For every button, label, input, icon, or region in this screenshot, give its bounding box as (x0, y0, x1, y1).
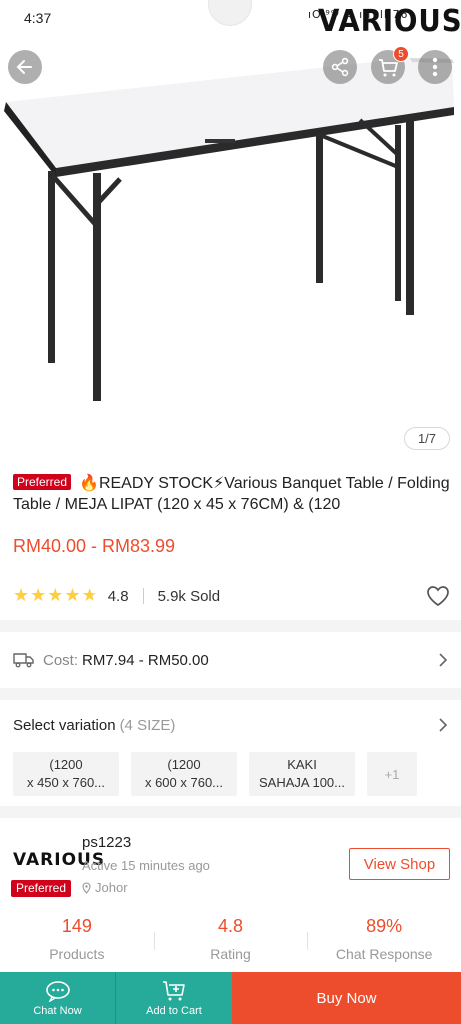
chevron-right-icon (439, 718, 448, 732)
stat-products[interactable]: 149 Products (0, 916, 154, 968)
brand-logo-watermark: VARIOUS (318, 4, 461, 39)
product-image[interactable] (0, 55, 461, 415)
shop-location: Johor (82, 880, 128, 895)
image-counter: 1/7 (404, 427, 450, 450)
section-divider (0, 620, 461, 632)
star-icon: ★ (64, 585, 81, 606)
stat-label: Rating (210, 946, 251, 962)
sold-count: 5.9k Sold (157, 587, 221, 605)
product-title-text: 🔥READY STOCK⚡Various Banquet Table / Fol… (13, 475, 450, 513)
section-divider (0, 806, 461, 818)
stat-label: Chat Response (335, 946, 433, 962)
product-image-area[interactable]: 4:37 ıO⁽⁹⁹⁾ ≋ ıll ıll 76 VARIOUS 5 1/7 (0, 0, 461, 460)
shipping-row[interactable]: Cost: RM7.94 - RM50.00 (0, 632, 461, 688)
variation-header[interactable]: Select variation (4 SIZE) (0, 700, 461, 750)
rating-value: 4.8 (107, 587, 129, 605)
star-icon: ★ (47, 585, 64, 606)
stat-value: 89% (366, 916, 403, 936)
chevron-right-icon (439, 653, 448, 667)
add-cart-icon (163, 980, 185, 1000)
shipping-label: Cost: (43, 651, 79, 669)
stat-value: 149 (61, 916, 92, 936)
arrow-left-icon (16, 60, 32, 74)
divider (142, 588, 144, 604)
variation-count: (4 SIZE) (119, 716, 176, 734)
add-to-cart-button[interactable]: Add to Cart (116, 972, 232, 1024)
product-title: Preferred 🔥READY STOCK⚡Various Banquet Ta… (13, 473, 453, 515)
view-shop-button[interactable]: View Shop (349, 848, 450, 880)
bottom-action-bar: Chat Now Add to Cart Buy Now (0, 972, 461, 1024)
chat-now-label: Chat Now (33, 1004, 82, 1017)
product-price: RM40.00 - RM83.99 (13, 536, 176, 556)
more-vertical-icon (432, 57, 438, 77)
buy-now-button[interactable]: Buy Now (232, 972, 461, 1024)
rating-stars: ★ ★ ★ ★ ★ (13, 587, 98, 605)
stat-rating: 4.8 Rating (153, 916, 308, 968)
status-time: 4:37 (24, 10, 52, 26)
camera-cutout (208, 0, 252, 26)
add-to-cart-label: Add to Cart (146, 1004, 202, 1017)
shop-preferred-badge: Preferred (11, 880, 72, 897)
variation-option[interactable]: (1200 x 600 x 760... (131, 752, 237, 796)
variation-title: Select variation (13, 716, 116, 734)
variation-option[interactable]: (1200 x 450 x 760... (13, 752, 119, 796)
share-button[interactable] (323, 50, 357, 84)
stat-value: 4.8 (217, 916, 244, 936)
heart-icon[interactable] (425, 584, 451, 608)
star-icon: ★ (30, 585, 47, 606)
share-icon (331, 57, 349, 77)
star-half-icon: ★ (81, 585, 98, 606)
star-icon: ★ (13, 585, 30, 606)
shop-stats: 149 Products 4.8 Rating 89% Chat Respons… (0, 916, 461, 968)
chat-now-button[interactable]: Chat Now (0, 972, 116, 1024)
shop-section: VARIOUS Preferred ps1223 Active 15 minut… (0, 818, 461, 973)
chat-icon (45, 980, 70, 1002)
cart-button[interactable]: 5 (371, 46, 409, 84)
location-pin-icon (82, 881, 91, 894)
variation-more[interactable]: +1 (367, 752, 417, 796)
more-options-button[interactable] (418, 50, 452, 84)
preferred-badge: Preferred (13, 474, 72, 490)
rating-row: ★ ★ ★ ★ ★ 4.8 5.9k Sold (13, 584, 453, 608)
truck-icon (13, 653, 34, 668)
shop-location-text: Johor (95, 880, 128, 895)
shipping-cost: RM7.94 - RM50.00 (82, 651, 209, 669)
stat-label: Products (49, 946, 105, 962)
variation-option[interactable]: KAKI SAHAJA 100... (249, 752, 355, 796)
cart-count-badge: 5 (393, 46, 409, 62)
shop-name[interactable]: ps1223 (82, 834, 131, 851)
variation-options: (1200 x 450 x 760... (1200 x 600 x 760..… (13, 752, 417, 796)
section-divider (0, 688, 461, 700)
shop-active-status: Active 15 minutes ago (82, 858, 210, 873)
stat-chat-response: 89% Chat Response (307, 916, 461, 968)
back-button[interactable] (8, 50, 42, 84)
